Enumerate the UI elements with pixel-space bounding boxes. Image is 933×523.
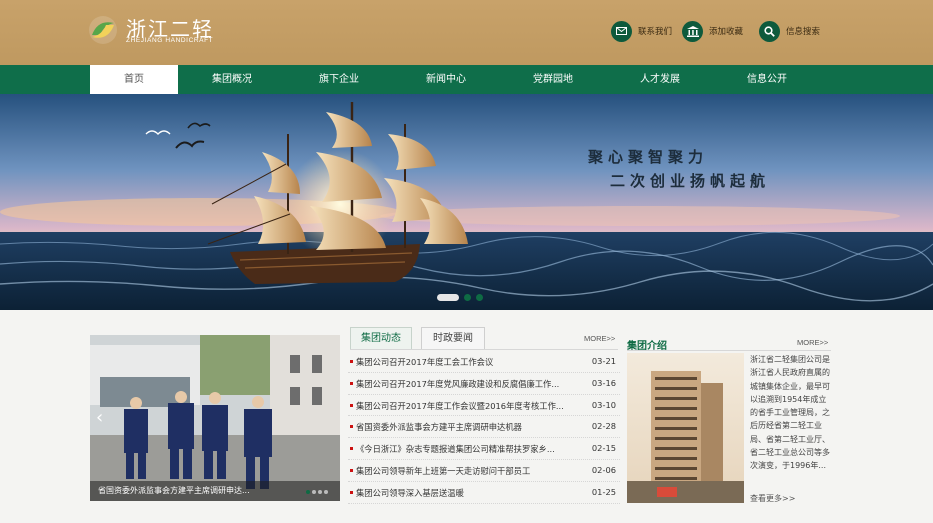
- banner-dot-2[interactable]: [464, 294, 471, 301]
- bullet-icon: [350, 360, 353, 363]
- photo-slider[interactable]: ‹ 省国资委外派监事会方建平主席调研申达...: [90, 335, 340, 501]
- nav-item-home[interactable]: 首页: [90, 65, 178, 94]
- news-date: 03-21: [591, 356, 616, 366]
- building-icon: [627, 353, 744, 503]
- banner-slogan-line2: 二次创业扬帆起航: [610, 172, 771, 190]
- logo-mark-icon: [89, 16, 117, 44]
- bullet-icon: [350, 447, 353, 451]
- news-more-link[interactable]: MORE>>: [584, 334, 615, 343]
- bullet-icon: [350, 490, 353, 494]
- main-nav: 首页 集团概况 旗下企业 新闻中心 党群园地 人才发展 信息公开: [0, 65, 933, 94]
- sailing-ship-illustration: [0, 94, 933, 310]
- logo-english-name: ZHEJIANG HANDICRAFT: [126, 37, 214, 44]
- list-item[interactable]: 集团公司领导深入基层送温暖 01-25: [348, 482, 620, 504]
- list-item[interactable]: 集团公司召开2017年度工会工作会议 03-21: [348, 351, 620, 373]
- mail-icon: [611, 20, 632, 42]
- list-item[interactable]: 集团公司领导新年上班第一天走访慰问干部员工 02-06: [348, 460, 620, 482]
- news-list: 集团公司召开2017年度工会工作会议 03-21 集团公司召开2017年度党风廉政…: [348, 351, 620, 504]
- photo-pagination: [306, 490, 328, 494]
- news-title[interactable]: 集团公司召开2017年度党风廉政建设和反腐倡廉工作...: [356, 378, 571, 390]
- nav-item-info-disclosure[interactable]: 信息公开: [724, 65, 810, 94]
- tab-current-affairs[interactable]: 时政要闻: [421, 327, 485, 349]
- bank-icon: [682, 20, 703, 42]
- photo-dot[interactable]: [324, 490, 328, 494]
- photo-dot[interactable]: [312, 490, 316, 494]
- nav-item-group-overview[interactable]: 集团概况: [189, 65, 275, 94]
- list-item[interactable]: 集团公司召开2017年度党风廉政建设和反腐倡廉工作... 03-16: [348, 373, 620, 395]
- site-header: 浙江二轻 ZHEJIANG HANDICRAFT 联系我们 添加收藏 信息搜索: [0, 0, 933, 65]
- news-date: 03-16: [591, 377, 616, 388]
- contact-us-label: 联系我们: [638, 27, 673, 37]
- list-item[interactable]: 集团公司召开2017年度工作会议暨2016年度考核工作... 03-10: [348, 395, 620, 417]
- banner-pagination: [437, 294, 483, 301]
- nav-item-party[interactable]: 党群园地: [510, 65, 596, 94]
- search-icon: [759, 20, 780, 42]
- news-title[interactable]: 《今日浙江》杂志专题报道集团公司精准帮扶罗家乡...: [356, 443, 571, 455]
- info-search-link[interactable]: 信息搜索: [759, 20, 820, 42]
- intro-more-link[interactable]: MORE>>: [797, 338, 828, 347]
- news-date: 02-28: [591, 421, 616, 432]
- hero-banner[interactable]: 聚心聚智聚力 二次创业扬帆起航: [0, 94, 933, 310]
- news-title[interactable]: 集团公司领导新年上班第一天走访慰问干部员工: [356, 465, 571, 477]
- nav-item-news-center[interactable]: 新闻中心: [403, 65, 489, 94]
- news-date: 03-10: [591, 399, 616, 410]
- contact-us-link[interactable]: 联系我们: [611, 20, 672, 42]
- photo-caption[interactable]: 省国资委外派监事会方建平主席调研申达...: [90, 481, 340, 501]
- nav-item-subsidiaries[interactable]: 旗下企业: [296, 65, 382, 94]
- intro-text: 浙江省二轻集团公司是浙江省人民政府直属的城镇集体企业，最早可以追溯到1954年成…: [750, 355, 830, 471]
- news-photo: [90, 335, 340, 501]
- add-favorite-link[interactable]: 添加收藏: [682, 20, 743, 42]
- banner-slogan-line1: 聚心聚智聚力: [588, 148, 709, 166]
- news-title[interactable]: 集团公司召开2017年度工作会议暨2016年度考核工作...: [356, 400, 571, 412]
- news-title[interactable]: 省国资委外派监事会方建平主席调研申达机器: [356, 421, 571, 433]
- company-building-image: [627, 353, 744, 503]
- tab-group-news[interactable]: 集团动态: [350, 327, 412, 349]
- nav-item-talent[interactable]: 人才发展: [617, 65, 703, 94]
- list-item[interactable]: 《今日浙江》杂志专题报道集团公司精准帮扶罗家乡... 02-15: [348, 438, 620, 460]
- bullet-icon: [350, 468, 353, 472]
- news-title[interactable]: 集团公司召开2017年度工会工作会议: [356, 356, 571, 368]
- news-title[interactable]: 集团公司领导深入基层送温暖: [356, 487, 571, 499]
- news-date: 01-25: [591, 486, 616, 497]
- bullet-icon: [350, 425, 353, 429]
- photo-prev-icon[interactable]: ‹: [96, 407, 103, 428]
- banner-dot-3[interactable]: [476, 294, 483, 301]
- news-date: 02-15: [591, 443, 616, 454]
- site-logo[interactable]: 浙江二轻 ZHEJIANG HANDICRAFT: [88, 13, 218, 47]
- bullet-icon: [350, 381, 353, 385]
- info-search-label: 信息搜索: [786, 27, 821, 37]
- add-favorite-label: 添加收藏: [709, 27, 744, 37]
- news-date: 02-06: [591, 464, 616, 475]
- photo-dot[interactable]: [306, 490, 310, 494]
- intro-divider: [627, 350, 831, 351]
- tab-divider: [350, 349, 618, 350]
- banner-dot-1[interactable]: [437, 294, 459, 301]
- bullet-icon: [350, 403, 353, 407]
- intro-read-more-link[interactable]: 查看更多>>: [750, 493, 795, 504]
- list-item[interactable]: 省国资委外派监事会方建平主席调研申达机器 02-28: [348, 416, 620, 439]
- photo-dot[interactable]: [318, 490, 322, 494]
